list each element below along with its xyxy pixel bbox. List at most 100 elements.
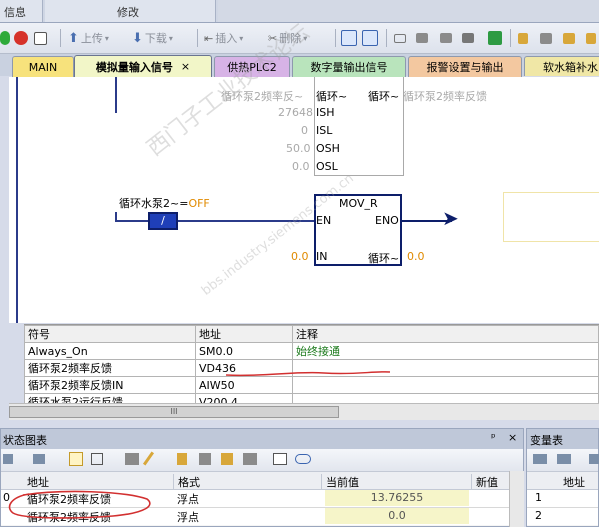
status-chart-panel: 状态图表 ᵖ × 地址 格式 当前值 新值 0 循环泵2频率反馈 浮点 13.7… xyxy=(0,428,524,527)
tab-analog-input[interactable]: 模拟量输入信号 × xyxy=(74,55,212,77)
lock-extra-icon[interactable] xyxy=(586,30,596,46)
insert-button[interactable]: ⇤ 插入 ▾ xyxy=(204,30,243,46)
col-address[interactable]: 地址 xyxy=(27,474,49,490)
ladder-editor[interactable]: 循环泵2频率反~ 循环~ 循环~ 循环泵2频率反馈 27648 ISH 0 IS… xyxy=(9,20,599,323)
variable-table-toolbar xyxy=(527,449,599,472)
mov-r-title: MOV_R xyxy=(339,197,378,210)
comment-cell[interactable]: 始终接通 xyxy=(292,342,599,360)
ish-value: 27648 xyxy=(278,106,313,119)
table-icon[interactable] xyxy=(3,454,13,464)
output-arrow-icon: ➤ xyxy=(442,206,459,230)
unforce-icon[interactable] xyxy=(199,453,211,465)
toolbar: ⬆ 上传 ▾ ⬇ 下载 ▾ ⇤ 插入 ▾ ✂ 删除 ▾ xyxy=(0,23,599,54)
red-circle-annotation xyxy=(8,490,151,519)
toolbar-icon-4[interactable] xyxy=(462,30,474,46)
status-chart-toolbar xyxy=(1,449,523,472)
upper-wire xyxy=(115,77,117,113)
variable-table-title: 变量表 xyxy=(530,434,563,447)
format-cell[interactable]: 浮点 xyxy=(177,491,199,507)
symbol-cell[interactable]: 循环泵2频率反馈IN xyxy=(24,376,196,394)
close-icon[interactable]: × xyxy=(508,431,517,444)
col-address[interactable]: 地址 xyxy=(563,474,585,490)
variable-table-titlebar: 变量表 xyxy=(527,429,598,449)
address-cell[interactable]: SM0.0 xyxy=(195,342,293,360)
force-icon[interactable] xyxy=(177,453,187,465)
vertical-scrollbar[interactable] xyxy=(509,471,524,527)
scrollbar-thumb[interactable]: III xyxy=(9,406,339,418)
add-lock-icon[interactable] xyxy=(563,30,575,46)
scale-input-label: 循环泵2频率反~ xyxy=(221,90,304,103)
variable-table-header: 地址 xyxy=(527,472,598,490)
trend-view-icon[interactable] xyxy=(273,453,287,465)
header-address[interactable]: 地址 xyxy=(195,325,293,343)
col-format[interactable]: 格式 xyxy=(173,474,200,489)
table-row[interactable]: Always_On SM0.0 始终接通 xyxy=(24,342,599,360)
ribbon-group-edit: 修改 xyxy=(45,0,216,22)
tab-heating-plc2[interactable]: 供热PLC2 xyxy=(214,56,290,77)
insert-row-icon[interactable] xyxy=(533,454,547,464)
chart-status-icon[interactable] xyxy=(362,30,378,46)
rung-wire-2 xyxy=(178,220,314,222)
tab-main[interactable]: MAIN xyxy=(12,56,74,77)
ish-pin: ISH xyxy=(316,106,335,119)
read-force-icon[interactable] xyxy=(243,453,257,465)
upload-button[interactable]: ⬆ 上传 ▾ xyxy=(68,30,109,46)
variable-table-panel: 变量表 地址 1 2 xyxy=(526,428,599,527)
pencil-icon[interactable] xyxy=(142,451,155,466)
symbol-cell[interactable]: Always_On xyxy=(24,342,196,360)
osh-pin: OSH xyxy=(316,142,340,155)
unforce-all-icon[interactable] xyxy=(221,453,233,465)
scale-output-label: 循环泵2频率反馈 xyxy=(403,90,487,103)
table-row[interactable]: 2 xyxy=(527,508,598,525)
current-value-cell: 0.0 xyxy=(325,508,469,524)
normally-closed-contact[interactable]: / xyxy=(148,212,178,230)
table-add-icon[interactable] xyxy=(33,454,45,464)
horizontal-scrollbar[interactable]: III xyxy=(9,403,599,420)
table-settings-icon[interactable] xyxy=(589,454,599,464)
compile-icon[interactable] xyxy=(34,30,47,46)
header-symbol[interactable]: 符号 xyxy=(24,325,196,343)
pause-monitor-icon[interactable] xyxy=(91,453,103,465)
lock-icon[interactable] xyxy=(518,30,528,46)
power-rail xyxy=(16,77,18,323)
ribbon-group-info: 信息 xyxy=(0,0,43,22)
delete-icon: ✂ xyxy=(268,31,278,45)
delete-button[interactable]: ✂ 删除 ▾ xyxy=(268,30,307,46)
down-arrow-icon: ⬇ xyxy=(132,30,143,46)
start-monitor-icon[interactable] xyxy=(69,452,83,466)
col-current-value[interactable]: 当前值 xyxy=(321,474,359,489)
toolbar-icon-2[interactable] xyxy=(416,30,428,46)
toolbar-icon-5[interactable] xyxy=(488,30,502,46)
osl-value: 0.0 xyxy=(292,160,310,173)
glasses-icon[interactable] xyxy=(125,453,139,465)
tab-soft-water-label: 软水箱补水 xyxy=(543,60,598,74)
mov-eno-pin: ENO xyxy=(375,214,399,227)
tab-digital-output[interactable]: 数字量输出信号 xyxy=(292,56,406,77)
rung-wire-1 xyxy=(117,220,149,222)
unlock-icon[interactable] xyxy=(540,30,552,46)
tab-close-icon[interactable]: × xyxy=(181,60,190,73)
status-chart-header: 地址 格式 当前值 新值 xyxy=(1,472,523,490)
isl-pin: ISL xyxy=(316,124,333,137)
symbol-cell[interactable]: 循环泵2频率反馈 xyxy=(24,359,196,377)
header-comment[interactable]: 注释 xyxy=(292,325,599,343)
format-cell[interactable]: 浮点 xyxy=(177,509,199,525)
dropdown-icon[interactable] xyxy=(295,454,311,464)
col-new-value[interactable]: 新值 xyxy=(471,474,498,489)
delete-row-icon[interactable] xyxy=(557,454,571,464)
mov-out-pin: 循环~ xyxy=(368,252,400,265)
table-row[interactable]: 1 xyxy=(527,490,598,508)
red-underline-annotation xyxy=(225,371,391,377)
stop-icon[interactable] xyxy=(14,30,28,46)
scale-input-pin: 循环~ xyxy=(316,90,348,103)
tab-soft-water[interactable]: 软水箱补水 xyxy=(524,56,599,76)
program-status-icon[interactable] xyxy=(341,30,357,46)
run-icon[interactable] xyxy=(0,30,10,46)
download-button[interactable]: ⬇ 下载 ▾ xyxy=(132,30,173,46)
up-arrow-icon: ⬆ xyxy=(68,30,79,46)
pin-icon[interactable]: ᵖ xyxy=(491,431,496,444)
tab-alarm-settings[interactable]: 报警设置与输出 xyxy=(408,56,522,77)
status-chart-titlebar: 状态图表 ᵖ × xyxy=(1,429,523,449)
toolbar-icon-1[interactable] xyxy=(394,30,406,46)
toolbar-icon-3[interactable] xyxy=(440,30,452,46)
